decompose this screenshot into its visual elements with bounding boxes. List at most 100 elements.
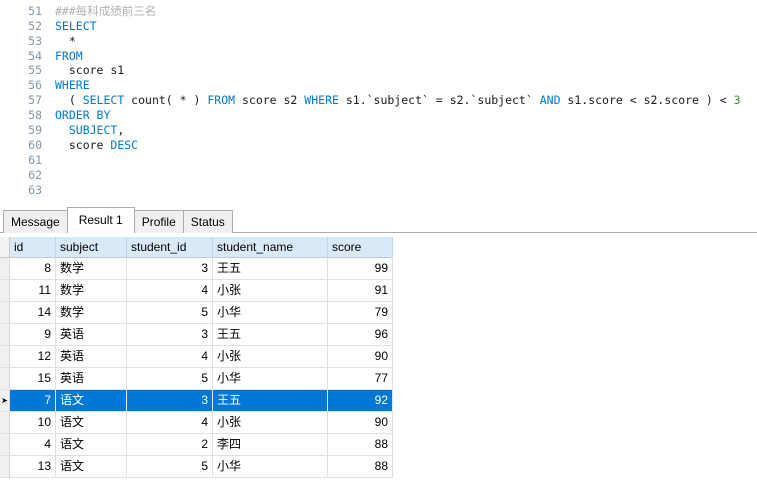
- code-line[interactable]: 63: [0, 183, 757, 198]
- table-cell[interactable]: 99: [328, 258, 393, 280]
- table-cell[interactable]: 4: [127, 412, 213, 434]
- code-line[interactable]: 58ORDER BY: [0, 108, 757, 123]
- sql-token-plain: [55, 123, 69, 137]
- table-cell[interactable]: 英语: [56, 368, 127, 390]
- table-cell[interactable]: 12: [10, 346, 56, 368]
- table-row[interactable]: 9英语3王五96: [0, 324, 757, 346]
- row-marker-cell[interactable]: [0, 258, 10, 280]
- table-cell[interactable]: 4: [127, 280, 213, 302]
- table-cell[interactable]: 10: [10, 412, 56, 434]
- table-cell[interactable]: 96: [328, 324, 393, 346]
- table-cell[interactable]: 王五: [213, 390, 328, 412]
- table-cell[interactable]: 数学: [56, 280, 127, 302]
- code-line[interactable]: 53 *: [0, 34, 757, 49]
- table-cell[interactable]: 88: [328, 434, 393, 456]
- table-cell[interactable]: 小张: [213, 412, 328, 434]
- tab-message[interactable]: Message: [3, 210, 68, 233]
- table-cell[interactable]: 语文: [56, 434, 127, 456]
- table-cell[interactable]: 11: [10, 280, 56, 302]
- column-header-student_id[interactable]: student_id: [127, 237, 213, 258]
- table-cell[interactable]: 91: [328, 280, 393, 302]
- table-cell[interactable]: 英语: [56, 324, 127, 346]
- code-line[interactable]: 59 SUBJECT,: [0, 123, 757, 138]
- table-cell[interactable]: 数学: [56, 302, 127, 324]
- table-cell[interactable]: 王五: [213, 324, 328, 346]
- code-text: SELECT: [45, 19, 97, 34]
- code-line[interactable]: 61: [0, 153, 757, 168]
- row-marker-cell[interactable]: [0, 412, 10, 434]
- table-cell[interactable]: 9: [10, 324, 56, 346]
- table-cell[interactable]: 15: [10, 368, 56, 390]
- tab-result-1[interactable]: Result 1: [67, 207, 135, 233]
- table-row[interactable]: ➤7语文3王五92: [0, 390, 757, 412]
- tab-status[interactable]: Status: [183, 210, 233, 233]
- current-row-arrow-icon[interactable]: ➤: [0, 390, 10, 412]
- table-cell[interactable]: 90: [328, 346, 393, 368]
- code-line[interactable]: 62: [0, 168, 757, 183]
- table-cell[interactable]: 3: [127, 324, 213, 346]
- table-cell[interactable]: 小张: [213, 280, 328, 302]
- table-cell[interactable]: 2: [127, 434, 213, 456]
- row-marker-cell[interactable]: [0, 456, 10, 478]
- table-cell[interactable]: 英语: [56, 346, 127, 368]
- code-line[interactable]: 57 ( SELECT count( * ) FROM score s2 WHE…: [0, 93, 757, 108]
- table-cell[interactable]: 小华: [213, 368, 328, 390]
- table-cell[interactable]: 4: [10, 434, 56, 456]
- table-cell[interactable]: 88: [328, 456, 393, 478]
- table-cell[interactable]: 79: [328, 302, 393, 324]
- table-cell[interactable]: 7: [10, 390, 56, 412]
- row-marker-header-cell[interactable]: [0, 237, 10, 258]
- table-cell[interactable]: 5: [127, 456, 213, 478]
- table-cell[interactable]: 3: [127, 390, 213, 412]
- row-marker-cell[interactable]: [0, 324, 10, 346]
- table-cell[interactable]: 5: [127, 368, 213, 390]
- row-marker-cell[interactable]: [0, 368, 10, 390]
- column-header-score[interactable]: score: [328, 237, 393, 258]
- table-cell[interactable]: 语文: [56, 412, 127, 434]
- table-row[interactable]: 12英语4小张90: [0, 346, 757, 368]
- row-marker-cell[interactable]: [0, 346, 10, 368]
- column-header-id[interactable]: id: [10, 237, 56, 258]
- column-header-subject[interactable]: subject: [56, 237, 127, 258]
- column-header-student_name[interactable]: student_name: [213, 237, 328, 258]
- table-cell[interactable]: 王五: [213, 258, 328, 280]
- table-cell[interactable]: 13: [10, 456, 56, 478]
- table-cell[interactable]: 小华: [213, 302, 328, 324]
- table-row[interactable]: 11数学4小张91: [0, 280, 757, 302]
- table-cell[interactable]: 77: [328, 368, 393, 390]
- table-cell[interactable]: 小张: [213, 346, 328, 368]
- table-cell[interactable]: 数学: [56, 258, 127, 280]
- row-marker-cell[interactable]: [0, 302, 10, 324]
- table-row[interactable]: 8数学3王五99: [0, 258, 757, 280]
- table-row[interactable]: 14数学5小华79: [0, 302, 757, 324]
- code-line[interactable]: 52SELECT: [0, 19, 757, 34]
- table-row[interactable]: 4语文2李四88: [0, 434, 757, 456]
- table-cell[interactable]: 小华: [213, 456, 328, 478]
- table-cell[interactable]: 语文: [56, 390, 127, 412]
- editor-code-area[interactable]: 5051###每科成绩前三名52SELECT53 *54FROM55 score…: [0, 0, 757, 197]
- table-cell[interactable]: 语文: [56, 456, 127, 478]
- table-cell[interactable]: 5: [127, 302, 213, 324]
- table-row[interactable]: 10语文4小张90: [0, 412, 757, 434]
- line-number: 54: [0, 49, 45, 64]
- table-cell[interactable]: 3: [127, 258, 213, 280]
- code-line[interactable]: 55 score s1: [0, 63, 757, 78]
- table-row[interactable]: 13语文5小华88: [0, 456, 757, 478]
- code-line[interactable]: 60 score DESC: [0, 138, 757, 153]
- code-text: [45, 153, 55, 168]
- tab-profile[interactable]: Profile: [134, 210, 184, 233]
- table-cell[interactable]: 92: [328, 390, 393, 412]
- table-row[interactable]: 15英语5小华77: [0, 368, 757, 390]
- row-marker-cell[interactable]: [0, 434, 10, 456]
- code-line[interactable]: 54FROM: [0, 49, 757, 64]
- table-cell[interactable]: 李四: [213, 434, 328, 456]
- code-line[interactable]: 51###每科成绩前三名: [0, 4, 757, 19]
- table-cell[interactable]: 8: [10, 258, 56, 280]
- table-cell[interactable]: 14: [10, 302, 56, 324]
- sql-token-plain: s1.score < s2.score ) <: [561, 93, 734, 107]
- table-cell[interactable]: 90: [328, 412, 393, 434]
- table-cell[interactable]: 4: [127, 346, 213, 368]
- sql-editor[interactable]: 5051###每科成绩前三名52SELECT53 *54FROM55 score…: [0, 0, 757, 206]
- code-line[interactable]: 56WHERE: [0, 78, 757, 93]
- row-marker-cell[interactable]: [0, 280, 10, 302]
